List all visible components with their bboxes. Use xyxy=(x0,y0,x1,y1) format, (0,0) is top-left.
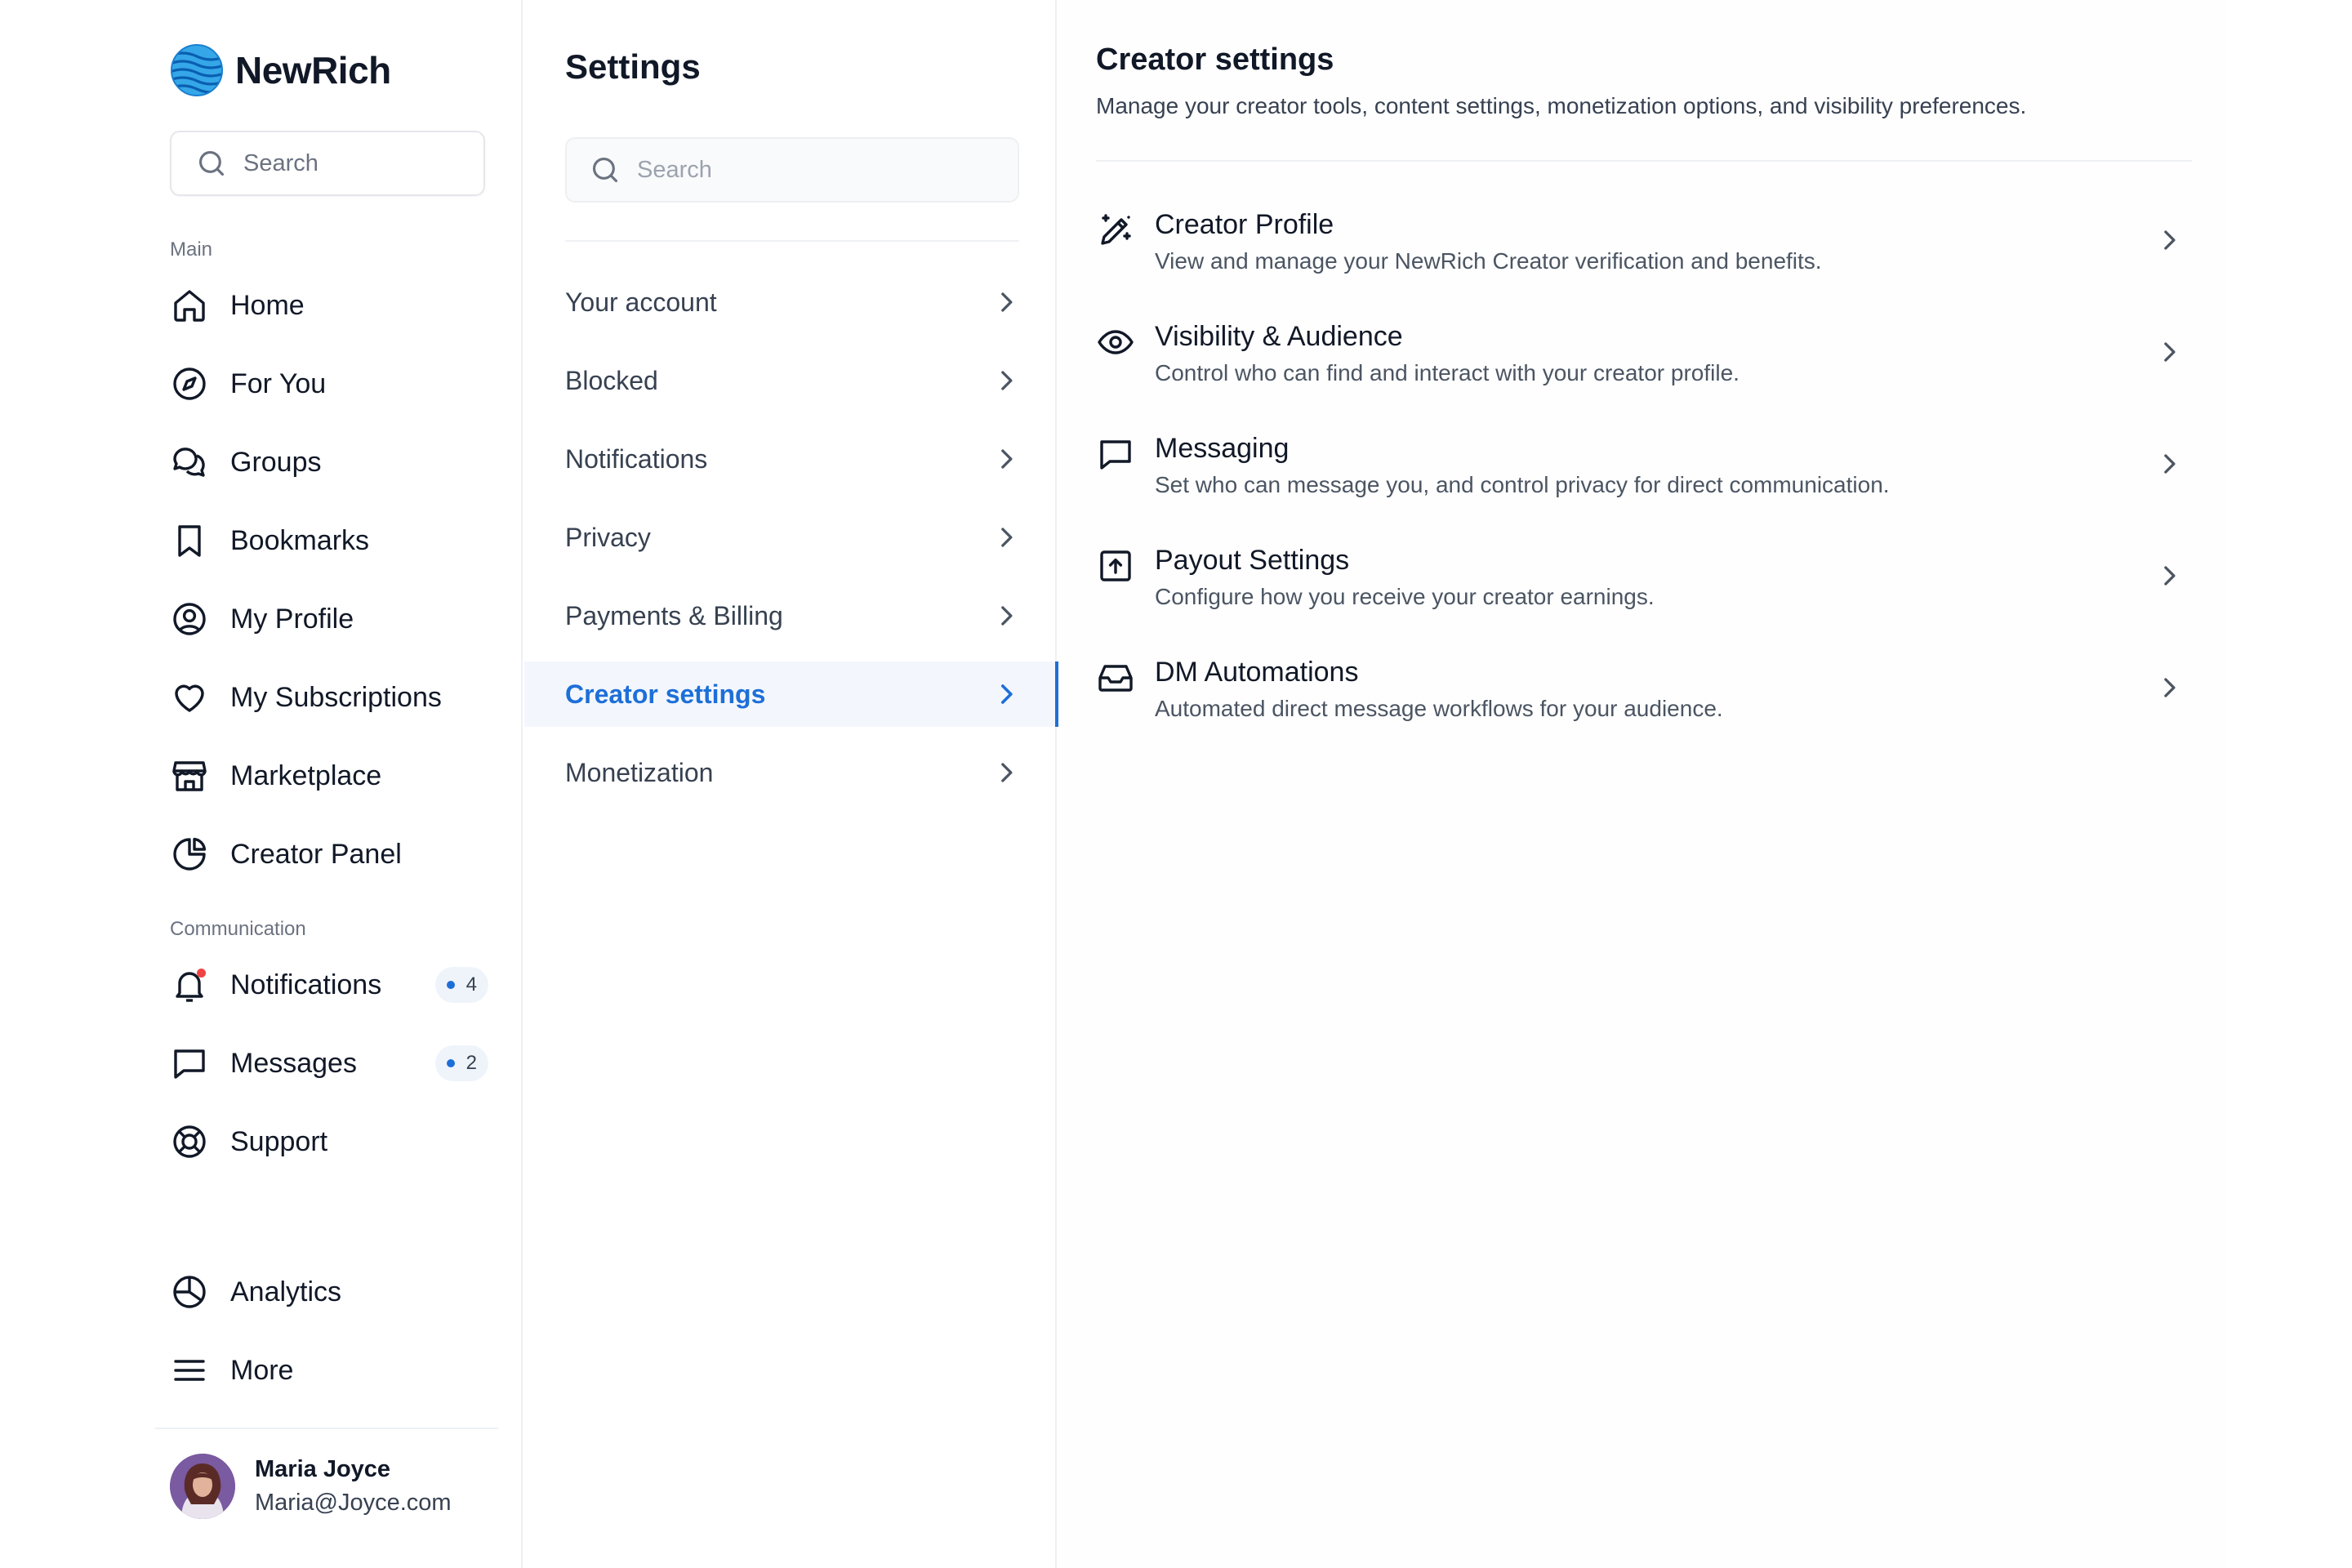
row-title: Creator Profile xyxy=(1155,209,1334,240)
settings-row-visibility-audience[interactable]: Visibility & Audience Control who can fi… xyxy=(1096,314,2192,412)
content-divider xyxy=(1096,160,2192,162)
sidebar-item-creator-panel[interactable]: Creator Panel xyxy=(170,828,488,880)
settings-item-privacy[interactable]: Privacy xyxy=(524,505,1057,570)
chevron-right-icon xyxy=(2164,342,2176,362)
notifications-count-badge: 4 xyxy=(434,967,488,1003)
chevron-right-icon xyxy=(1001,292,1013,312)
row-description: View and manage your NewRich Creator ver… xyxy=(1155,248,1822,274)
brand-logo[interactable]: NewRich xyxy=(170,42,391,98)
settings-row-messaging[interactable]: Messaging Set who can message you, and c… xyxy=(1096,426,2192,524)
sidebar-divider xyxy=(155,1428,498,1429)
main-sidebar: NewRich Search Main Home For You Groups … xyxy=(0,0,523,1568)
user-profile-card[interactable]: Maria Joyce Maria@Joyce.com xyxy=(170,1454,452,1519)
search-icon xyxy=(198,150,225,176)
section-label-main: Main xyxy=(170,238,213,261)
user-avatar-image xyxy=(170,1454,235,1519)
sidebar-item-notifications[interactable]: Notifications 4 xyxy=(170,959,488,1011)
bookmark-icon xyxy=(178,525,201,557)
sidebar-item-messages[interactable]: Messages 2 xyxy=(170,1037,488,1089)
chevron-right-icon xyxy=(1001,528,1013,547)
user-info: Maria Joyce Maria@Joyce.com xyxy=(255,1456,452,1517)
sidebar-item-my-profile[interactable]: My Profile xyxy=(170,593,488,645)
menu-icon xyxy=(174,1360,205,1381)
bell-icon-wrapper xyxy=(170,965,209,1004)
chevron-right-icon xyxy=(2164,566,2176,586)
settings-item-monetization[interactable]: Monetization xyxy=(524,740,1057,805)
notification-alert-dot xyxy=(197,969,206,978)
sidebar-search-input[interactable]: Search xyxy=(170,131,485,196)
eye-icon xyxy=(1098,330,1134,354)
sidebar-item-marketplace[interactable]: Marketplace xyxy=(170,750,488,802)
store-icon xyxy=(172,761,207,791)
message-square-icon xyxy=(1100,440,1131,470)
analytics-icon xyxy=(173,1276,206,1308)
heart-icon xyxy=(175,684,204,712)
settings-panel: Settings Search Your account Blocked Not… xyxy=(524,0,1058,1568)
row-title: Payout Settings xyxy=(1155,545,1350,576)
compass-icon xyxy=(173,368,206,400)
messages-count-badge: 2 xyxy=(434,1045,488,1081)
settings-item-blocked[interactable]: Blocked xyxy=(524,348,1057,413)
chevron-right-icon xyxy=(1001,684,1013,704)
chevron-right-icon xyxy=(1001,763,1013,782)
settings-item-payments-billing[interactable]: Payments & Billing xyxy=(524,583,1057,648)
chevron-right-icon xyxy=(1001,371,1013,390)
sidebar-item-bookmarks[interactable]: Bookmarks xyxy=(170,514,488,567)
settings-row-dm-automations[interactable]: DM Automations Automated direct message … xyxy=(1096,650,2192,748)
sidebar-item-home[interactable]: Home xyxy=(170,279,488,332)
user-email: Maria@Joyce.com xyxy=(255,1490,452,1516)
search-placeholder: Search xyxy=(637,156,712,183)
lifebuoy-icon xyxy=(173,1125,206,1158)
settings-divider xyxy=(565,240,1019,242)
row-title: Messaging xyxy=(1155,433,1290,464)
user-circle-icon xyxy=(173,603,206,635)
sidebar-item-my-subscriptions[interactable]: My Subscriptions xyxy=(170,671,488,724)
magic-pen-icon xyxy=(1101,214,1131,245)
message-square-icon xyxy=(174,1049,205,1079)
row-description: Control who can find and interact with y… xyxy=(1155,360,1740,385)
chevron-right-icon xyxy=(1001,449,1013,469)
chevron-right-icon xyxy=(2164,230,2176,250)
row-description: Automated direct message workflows for y… xyxy=(1155,696,1723,721)
settings-title: Settings xyxy=(565,47,701,86)
chevron-right-icon xyxy=(2164,454,2176,474)
row-title: Visibility & Audience xyxy=(1155,321,1403,352)
settings-item-your-account[interactable]: Your account xyxy=(524,270,1057,335)
page-description: Manage your creator tools, content setti… xyxy=(1096,93,2027,118)
page-title: Creator settings xyxy=(1096,42,1334,77)
creator-settings-content: Creator settings Manage your creator too… xyxy=(1058,0,2226,1568)
sidebar-item-for-you[interactable]: For You xyxy=(170,358,488,410)
sidebar-item-support[interactable]: Support xyxy=(170,1116,488,1168)
home-icon xyxy=(174,290,205,322)
settings-item-creator-settings[interactable]: Creator settings xyxy=(524,662,1058,727)
upload-box-icon xyxy=(1100,550,1131,581)
sidebar-item-groups[interactable]: Groups xyxy=(170,436,488,488)
settings-search-input[interactable]: Search xyxy=(565,137,1019,203)
inbox-icon xyxy=(1098,665,1133,692)
section-label-communication: Communication xyxy=(170,918,306,940)
chevron-right-icon xyxy=(1001,606,1013,626)
row-description: Set who can message you, and control pri… xyxy=(1155,472,1890,497)
globe-logo-icon xyxy=(171,44,223,96)
chevron-right-icon xyxy=(2164,678,2176,697)
row-title: DM Automations xyxy=(1155,657,1359,688)
avatar xyxy=(170,1454,235,1519)
search-icon xyxy=(592,157,618,183)
settings-item-notifications[interactable]: Notifications xyxy=(524,426,1057,492)
user-name: Maria Joyce xyxy=(255,1456,391,1482)
search-placeholder: Search xyxy=(243,149,318,176)
row-description: Configure how you receive your creator e… xyxy=(1155,584,1655,609)
pie-chart-icon xyxy=(173,837,207,871)
settings-row-creator-profile[interactable]: Creator Profile View and manage your New… xyxy=(1096,203,2192,301)
settings-row-payout-settings[interactable]: Payout Settings Configure how you receiv… xyxy=(1096,538,2192,636)
brand-name: NewRich xyxy=(235,49,391,91)
chat-bubbles-icon xyxy=(173,448,205,477)
sidebar-item-analytics[interactable]: Analytics xyxy=(170,1266,488,1318)
sidebar-item-more[interactable]: More xyxy=(170,1344,488,1396)
